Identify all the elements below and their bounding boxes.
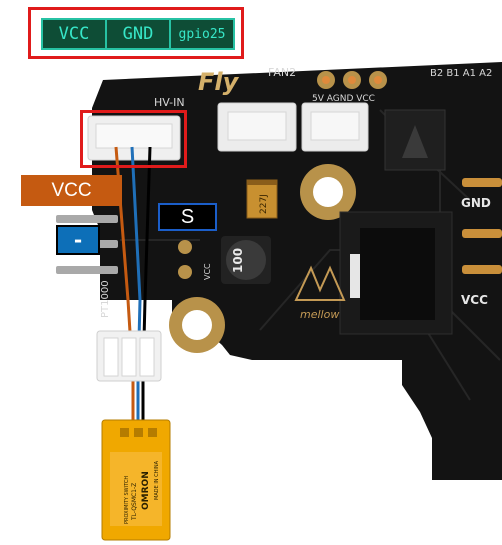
legend-pin-gpio25: gpio25 bbox=[178, 26, 226, 42]
gnd-label: GND bbox=[461, 196, 491, 210]
pin-legend: VCC GND gpio25 bbox=[28, 7, 244, 59]
brand-label: Fly bbox=[198, 68, 240, 96]
connector-highlight bbox=[80, 110, 187, 168]
hv-in-label: HV-IN bbox=[154, 96, 185, 109]
pt1000-label: PT1000 bbox=[100, 280, 111, 318]
driver-chip bbox=[384, 109, 446, 171]
sensor-brand: OMRON bbox=[141, 471, 151, 510]
black-connector bbox=[339, 211, 453, 335]
vcc-label: VCC bbox=[461, 293, 488, 307]
mount-hole-bottom bbox=[169, 297, 225, 353]
logo-label: mellow bbox=[300, 308, 339, 321]
jst-plug bbox=[96, 330, 162, 382]
board-illustration: Fly FAN2 HV-IN 5V AGND VCC B2 B1 A1 A2 G… bbox=[56, 62, 502, 541]
legend-pin-vcc: VCC bbox=[43, 20, 107, 48]
legend-pin-gnd: GND bbox=[107, 20, 171, 48]
sensor-origin: MADE IN CHINA bbox=[154, 460, 160, 500]
pin-legend-table: VCC GND gpio25 bbox=[41, 18, 235, 50]
fan-pin-holes bbox=[317, 71, 387, 89]
fan-pins-label: 5V AGND VCC bbox=[312, 94, 375, 104]
fan2-label: FAN2 bbox=[268, 66, 296, 79]
inductor-label: 100 bbox=[231, 248, 245, 273]
sensor-model: TL-QSMC1-Z bbox=[131, 483, 138, 521]
signal-wire-label: S bbox=[158, 203, 217, 231]
capacitor-label: 227J bbox=[259, 194, 269, 214]
aux-pins-label: B2 B1 A1 A2 bbox=[430, 68, 492, 79]
ground-wire-label: - bbox=[56, 225, 100, 255]
vcc-small-label: VCC bbox=[203, 263, 212, 280]
vcc-wire-label: VCC bbox=[21, 175, 122, 206]
inductor bbox=[221, 236, 271, 284]
sensor-type: PROXIMITY SWITCH bbox=[124, 476, 130, 524]
